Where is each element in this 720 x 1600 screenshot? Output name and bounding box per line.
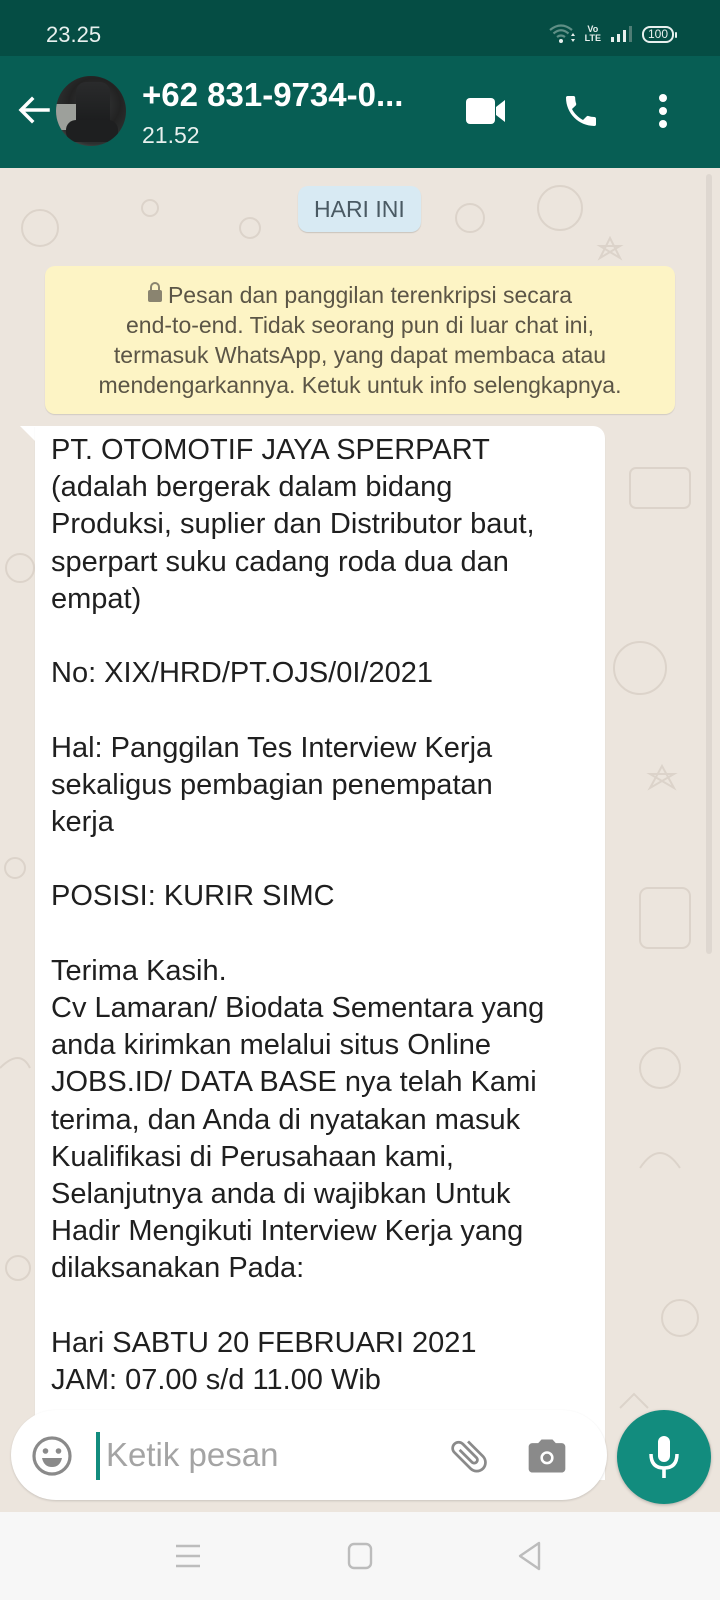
message-line <box>51 916 589 953</box>
volte-icon: Vo LTE <box>585 25 601 43</box>
message-line: Kualifikasi di Perusahaan kami, <box>51 1140 454 1173</box>
message-line: Hadir Mengikuti Interview Kerja yang <box>51 1215 524 1248</box>
encryption-notice[interactable]: Pesan dan panggilan terenkripsi secara e… <box>45 266 675 414</box>
lock-icon <box>147 282 162 302</box>
message-line: POSISI: KURIR SIMC <box>51 880 335 913</box>
encryption-line: mendengarkannya. Ketuk untuk info seleng… <box>98 372 622 398</box>
message-line: Cv Lamaran/ Biodata Sementara yang <box>51 991 545 1024</box>
message-line <box>51 692 589 729</box>
emoji-icon <box>32 1436 72 1476</box>
recents-menu-icon <box>176 1544 200 1568</box>
message-line: Hal: Panggilan Tes Interview Kerja <box>51 731 493 764</box>
voice-record-button[interactable] <box>617 1410 711 1504</box>
message-line: Produksi, suplier dan Distributor baut, <box>51 508 535 541</box>
mic-icon <box>649 1436 679 1478</box>
message-line: empat) <box>51 582 142 615</box>
contact-name[interactable]: +62 831-9734-0... <box>142 76 403 114</box>
encryption-line: end-to-end. Tidak seorang pun di luar ch… <box>126 312 594 338</box>
message-line: JAM: 07.00 s/d 11.00 Wib <box>51 1364 381 1396</box>
date-chip: HARI INI <box>298 186 421 232</box>
more-options-icon <box>659 94 667 128</box>
wifi-icon <box>548 24 575 44</box>
voice-call-button[interactable] <box>556 86 606 136</box>
message-line: JOBS.ID/ DATA BASE nya telah Kami <box>51 1066 537 1099</box>
camera-icon <box>528 1439 566 1473</box>
attach-button[interactable] <box>447 1434 491 1478</box>
emoji-button[interactable] <box>31 1435 73 1477</box>
text-cursor <box>96 1432 100 1480</box>
encryption-line: Pesan dan panggilan terenkripsi secara <box>65 280 655 310</box>
chat-header: +62 831-9734-0... 21.52 <box>0 56 720 168</box>
volte-label-bottom: LTE <box>584 33 601 43</box>
chat-area[interactable]: HARI INI Pesan dan panggilan terenkripsi… <box>0 168 720 1480</box>
bubble-tail <box>20 426 36 442</box>
message-composer <box>11 1410 607 1500</box>
home-icon <box>347 1542 373 1570</box>
nav-back-icon <box>518 1541 541 1571</box>
contact-avatar[interactable] <box>56 76 126 146</box>
message-line: No: XIX/HRD/PT.OJS/0I/2021 <box>51 657 433 690</box>
message-line <box>51 618 589 655</box>
back-button[interactable] <box>14 90 54 130</box>
attach-icon <box>451 1440 487 1473</box>
home-button[interactable] <box>340 1536 380 1576</box>
message-line <box>51 841 589 878</box>
voice-call-icon <box>566 96 596 126</box>
status-bar: 23.25 Vo LTE 100 <box>0 0 720 56</box>
message-line <box>51 1288 589 1325</box>
status-time: 23.25 <box>46 22 102 47</box>
back-arrow-icon <box>18 96 50 124</box>
more-options-button[interactable] <box>638 86 688 136</box>
message-input[interactable] <box>106 1428 426 1482</box>
encryption-line: termasuk WhatsApp, yang dapat membaca at… <box>113 342 607 368</box>
message-line: dilaksanakan Pada: <box>51 1252 305 1285</box>
message-line: PT. OTOMOTIF JAYA SPERPART <box>51 434 490 466</box>
message-line: Terima Kasih. <box>51 954 227 987</box>
message-line: (adalah bergerak dalam bidang <box>51 471 453 504</box>
system-nav-bar <box>0 1512 720 1600</box>
scrollbar[interactable] <box>706 174 712 954</box>
last-seen: 21.52 <box>142 122 200 148</box>
message-line: sperpart suku cadang roda dua dan <box>51 545 509 578</box>
status-icons: Vo LTE 100 <box>548 24 678 44</box>
video-call-icon <box>466 98 505 124</box>
signal-icon <box>610 26 632 42</box>
camera-button[interactable] <box>525 1434 569 1478</box>
message-line: Selanjutnya anda di wajibkan Untuk <box>51 1178 511 1210</box>
message-line: sekaligus pembagian penempatan <box>51 768 493 801</box>
message-bubble[interactable]: PT. OTOMOTIF JAYA SPERPART (adalah berge… <box>35 426 605 1480</box>
message-line: Hari SABTU 20 FEBRUARI 2021 <box>51 1326 477 1359</box>
battery-icon: 100 <box>641 25 678 43</box>
message-line: terima, dan Anda di nyatakan masuk <box>51 1103 521 1136</box>
message-line: kerja <box>51 806 114 838</box>
recents-button[interactable] <box>168 1536 208 1576</box>
message-line: anda kirimkan melalui situs Online <box>51 1029 492 1062</box>
nav-back-button[interactable] <box>510 1536 550 1576</box>
video-call-button[interactable] <box>462 86 512 136</box>
